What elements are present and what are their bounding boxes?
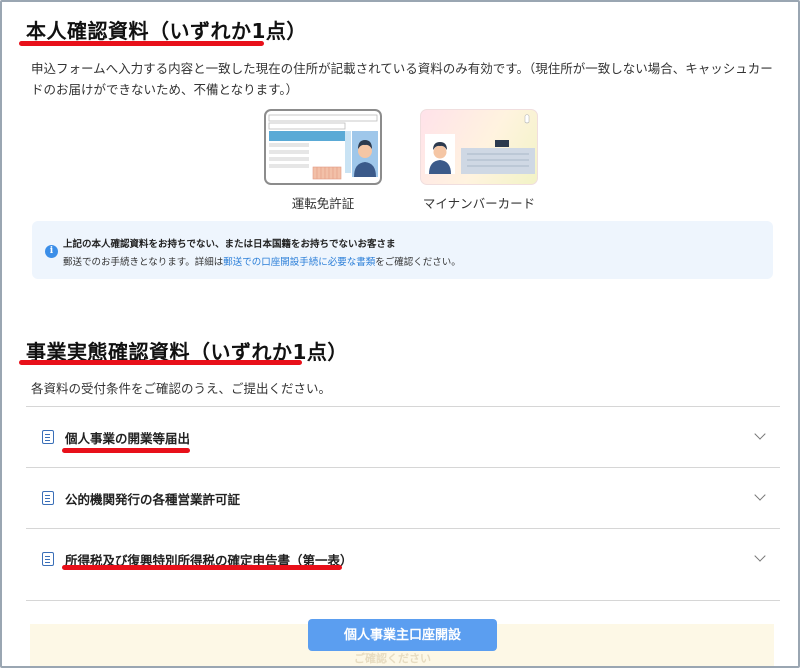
drivers-license-label: 運転免許証 xyxy=(291,196,355,211)
chevron-down-icon xyxy=(754,489,766,501)
drivers-license-item: 運転免許証 xyxy=(264,109,382,212)
page-frame: 本人確認資料（いずれか1点） 申込フォームへ入力する内容と一致した現在の住所が記… xyxy=(0,0,800,668)
accordion-item-business-start-notice[interactable]: 個人事業の開業等届出 xyxy=(26,407,780,467)
my-number-card-icon xyxy=(420,109,538,185)
identity-description: 申込フォームへ入力する内容と一致した現在の住所が記載されている資料のみ有効です。… xyxy=(31,61,773,97)
title-highlight-underline xyxy=(19,360,302,365)
notice-body-prefix: 郵送でのお手続きとなります。詳細は xyxy=(63,257,224,268)
document-icon xyxy=(42,552,54,566)
info-icon: i xyxy=(45,245,58,258)
chevron-down-icon xyxy=(754,550,766,562)
chevron-down-icon xyxy=(754,428,766,440)
notice-body: 郵送でのお手続きとなります。詳細は郵送での口座開設手続に必要な書類をご確認くださ… xyxy=(63,254,461,268)
title-highlight-underline xyxy=(62,448,190,453)
divider xyxy=(26,600,780,601)
identity-section-title: 本人確認資料（いずれか1点） xyxy=(26,19,307,43)
drivers-license-icon xyxy=(264,109,382,185)
accordion-label: 個人事業の開業等届出 xyxy=(65,431,191,446)
accordion-label: 公的機関発行の各種営業許可証 xyxy=(65,492,241,507)
business-description: 各資料の受付条件をご確認のうえ、ご提出ください。 xyxy=(31,381,332,396)
my-number-card-item: マイナンバーカード xyxy=(420,109,538,212)
notice-body-suffix: をご確認ください。 xyxy=(375,257,461,268)
notice-heading: 上記の本人確認資料をお持ちでない、または日本国籍をお持ちでないお客さま xyxy=(63,239,396,250)
drivers-license-illustration xyxy=(268,114,378,180)
document-icon xyxy=(42,491,54,505)
document-icon xyxy=(42,430,54,444)
mail-docs-link[interactable]: 郵送での口座開設手続に必要な書類 xyxy=(223,257,375,268)
my-number-card-illustration xyxy=(425,114,535,174)
title-highlight-underline xyxy=(62,565,342,570)
no-id-notice: i 上記の本人確認資料をお持ちでない、または日本国籍をお持ちでないお客さま 郵送… xyxy=(32,221,773,279)
accordion-item-tax-return[interactable]: 所得税及び復興特別所得税の確定申告書（第一表） xyxy=(26,529,780,589)
footer-faded-text: ご確認ください xyxy=(354,652,431,665)
my-number-card-label: マイナンバーカード xyxy=(422,196,536,211)
title-highlight-underline xyxy=(19,41,264,46)
open-sole-proprietor-account-button[interactable]: 個人事業主口座開設 xyxy=(308,619,497,651)
accordion-item-business-permit[interactable]: 公的機関発行の各種営業許可証 xyxy=(26,468,780,528)
